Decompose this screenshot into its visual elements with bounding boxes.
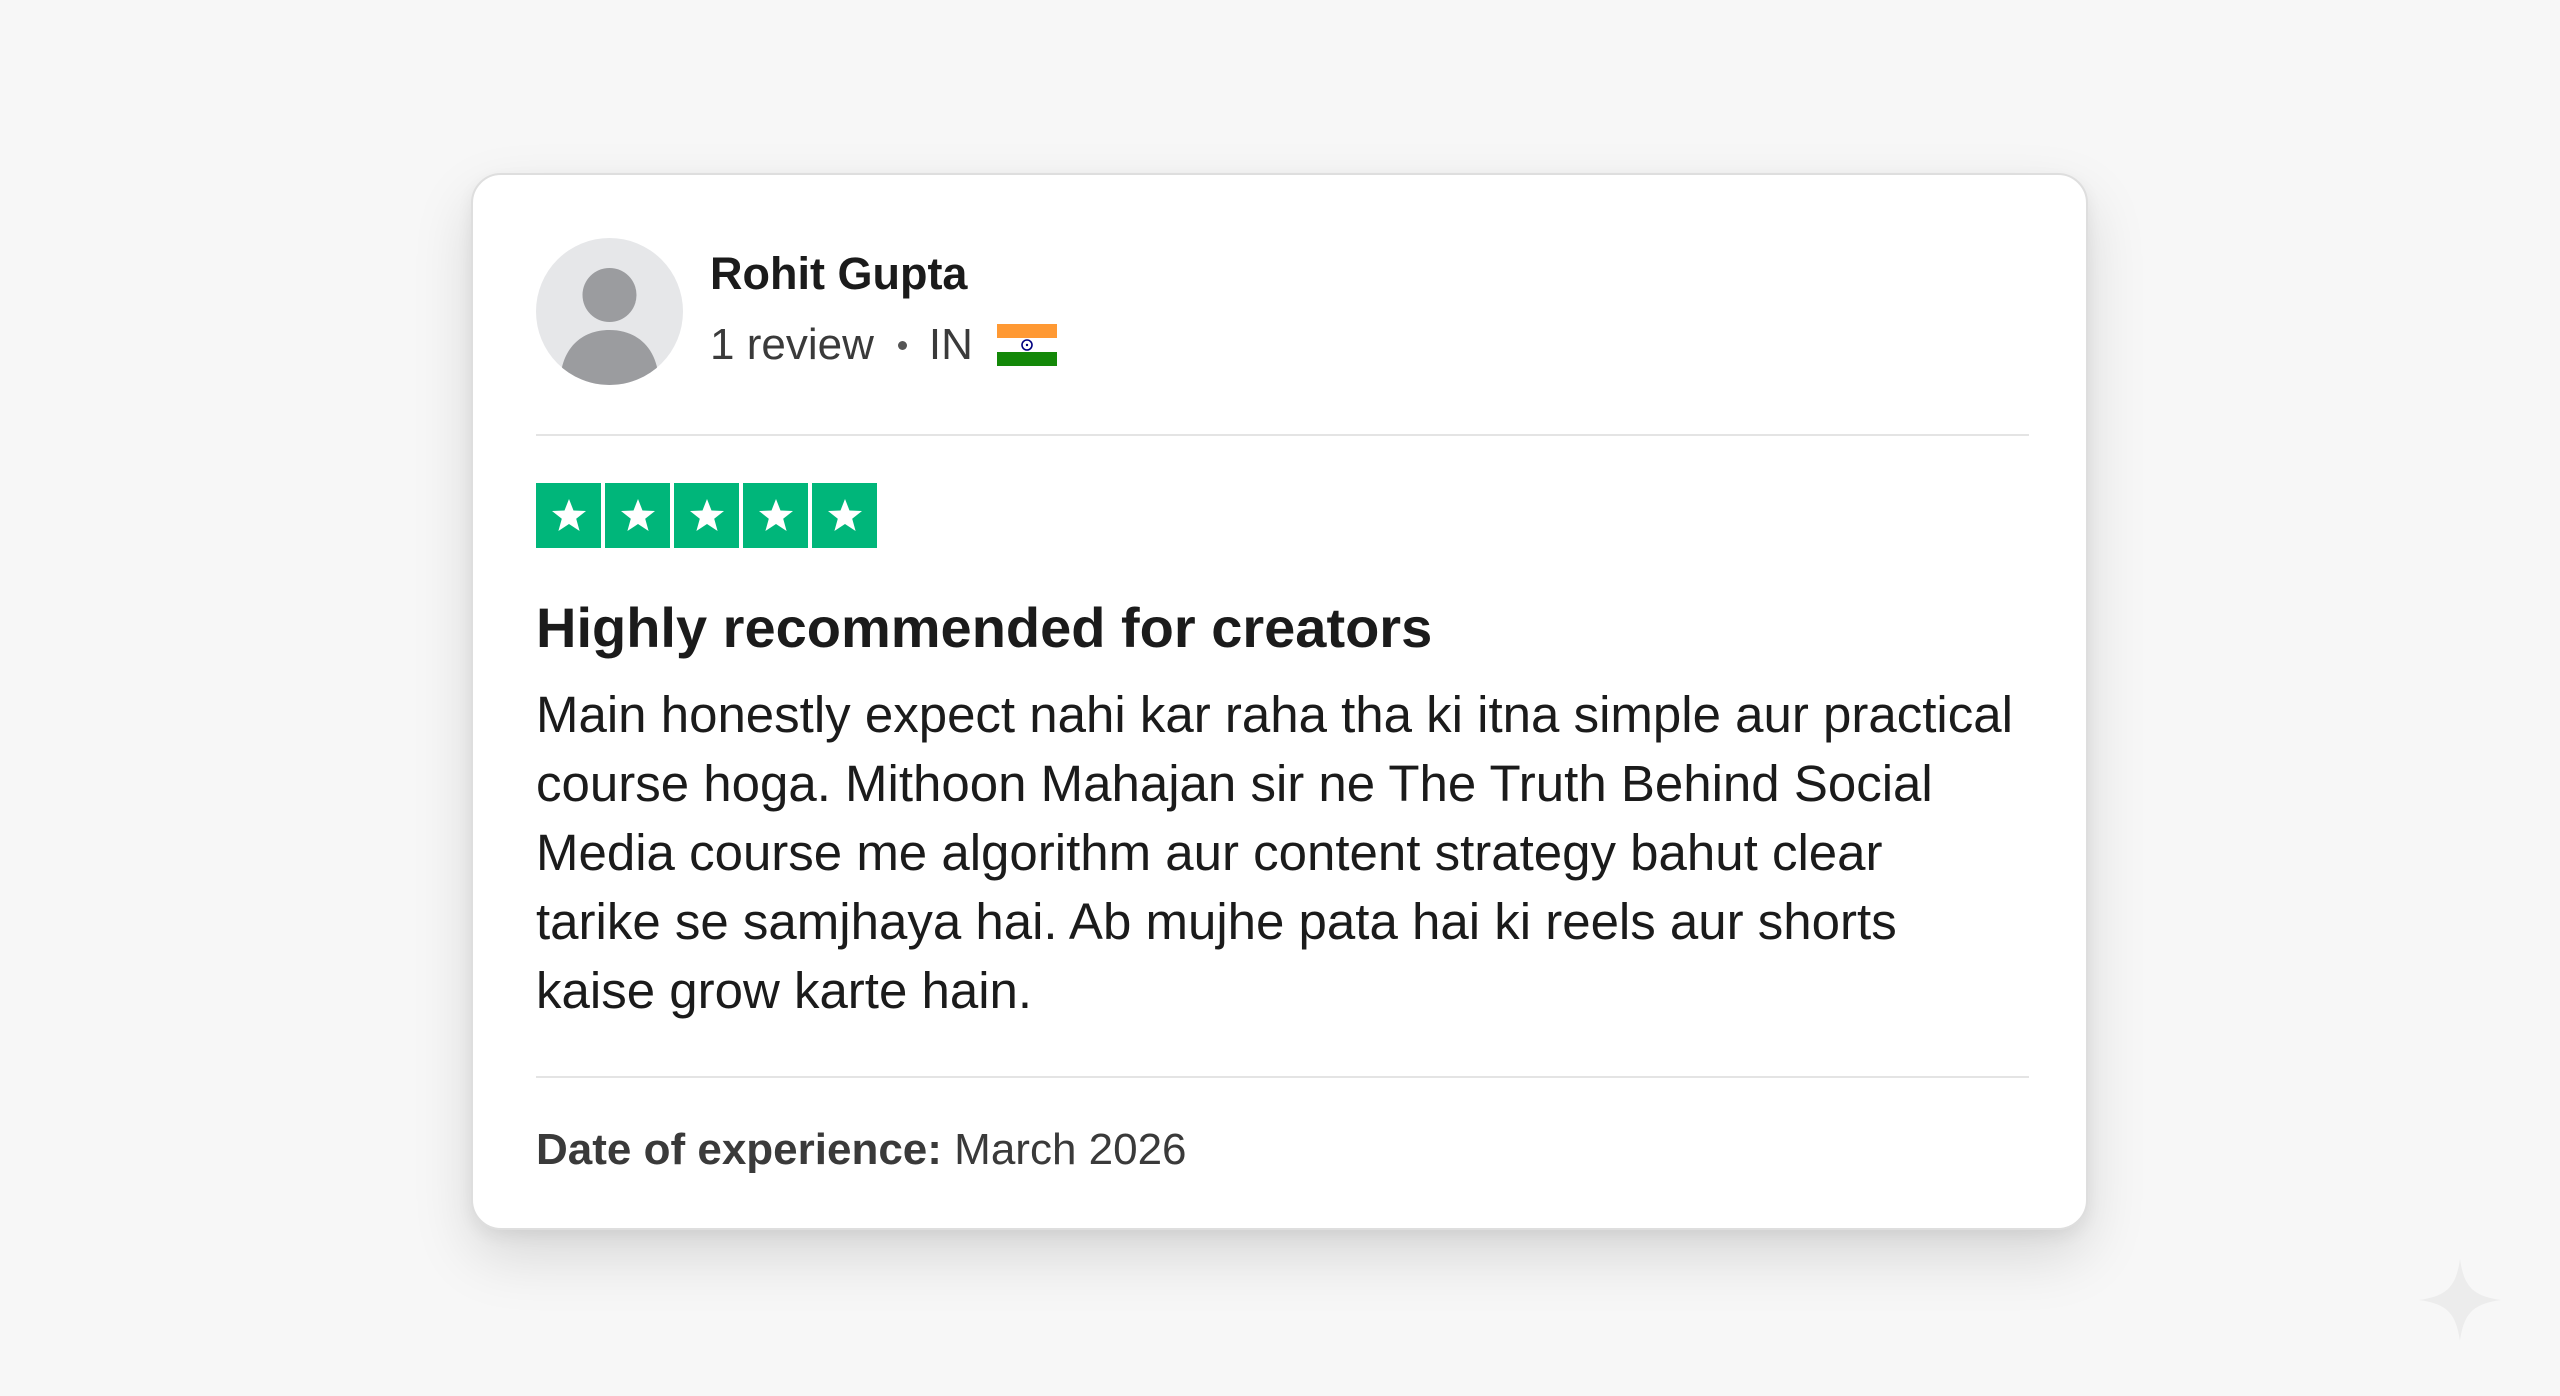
review-body: Main honestly expect nahi kar raha tha k… bbox=[536, 680, 2076, 1025]
review-body-line: tarike se samjhaya hai. Ab mujhe pata ha… bbox=[536, 893, 1897, 950]
user-avatar-icon bbox=[536, 238, 683, 385]
review-body-line: course hoga. Mithoon Mahajan sir ne The … bbox=[536, 755, 1933, 812]
reviewer-name[interactable]: Rohit Gupta bbox=[710, 248, 967, 300]
star-icon bbox=[605, 483, 670, 548]
footer-divider bbox=[536, 1076, 2029, 1078]
india-flag-icon bbox=[996, 324, 1057, 366]
sparkle-icon bbox=[2415, 1255, 2505, 1350]
experience-label: Date of experience: bbox=[536, 1125, 942, 1174]
review-card: Rohit Gupta 1 review IN Highly recommend… bbox=[471, 173, 2088, 1230]
review-title[interactable]: Highly recommended for creators bbox=[536, 595, 1432, 660]
star-icon bbox=[812, 483, 877, 548]
star-icon bbox=[536, 483, 601, 548]
experience-date: March 2026 bbox=[954, 1125, 1187, 1174]
review-body-line: Media course me algorithm aur content st… bbox=[536, 824, 1883, 881]
country-code: IN bbox=[928, 320, 973, 369]
review-count: 1 review bbox=[710, 320, 874, 369]
review-body-line: kaise grow karte hain. bbox=[536, 962, 1033, 1019]
reviewer-meta: 1 review IN bbox=[710, 317, 1057, 373]
star-icon bbox=[674, 483, 739, 548]
star-rating bbox=[536, 483, 877, 548]
separator-dot bbox=[897, 340, 907, 350]
review-body-line: Main honestly expect nahi kar raha tha k… bbox=[536, 686, 2013, 743]
date-of-experience: Date of experience: March 2026 bbox=[536, 1125, 1187, 1175]
header-divider bbox=[536, 434, 2029, 436]
star-icon bbox=[743, 483, 808, 548]
